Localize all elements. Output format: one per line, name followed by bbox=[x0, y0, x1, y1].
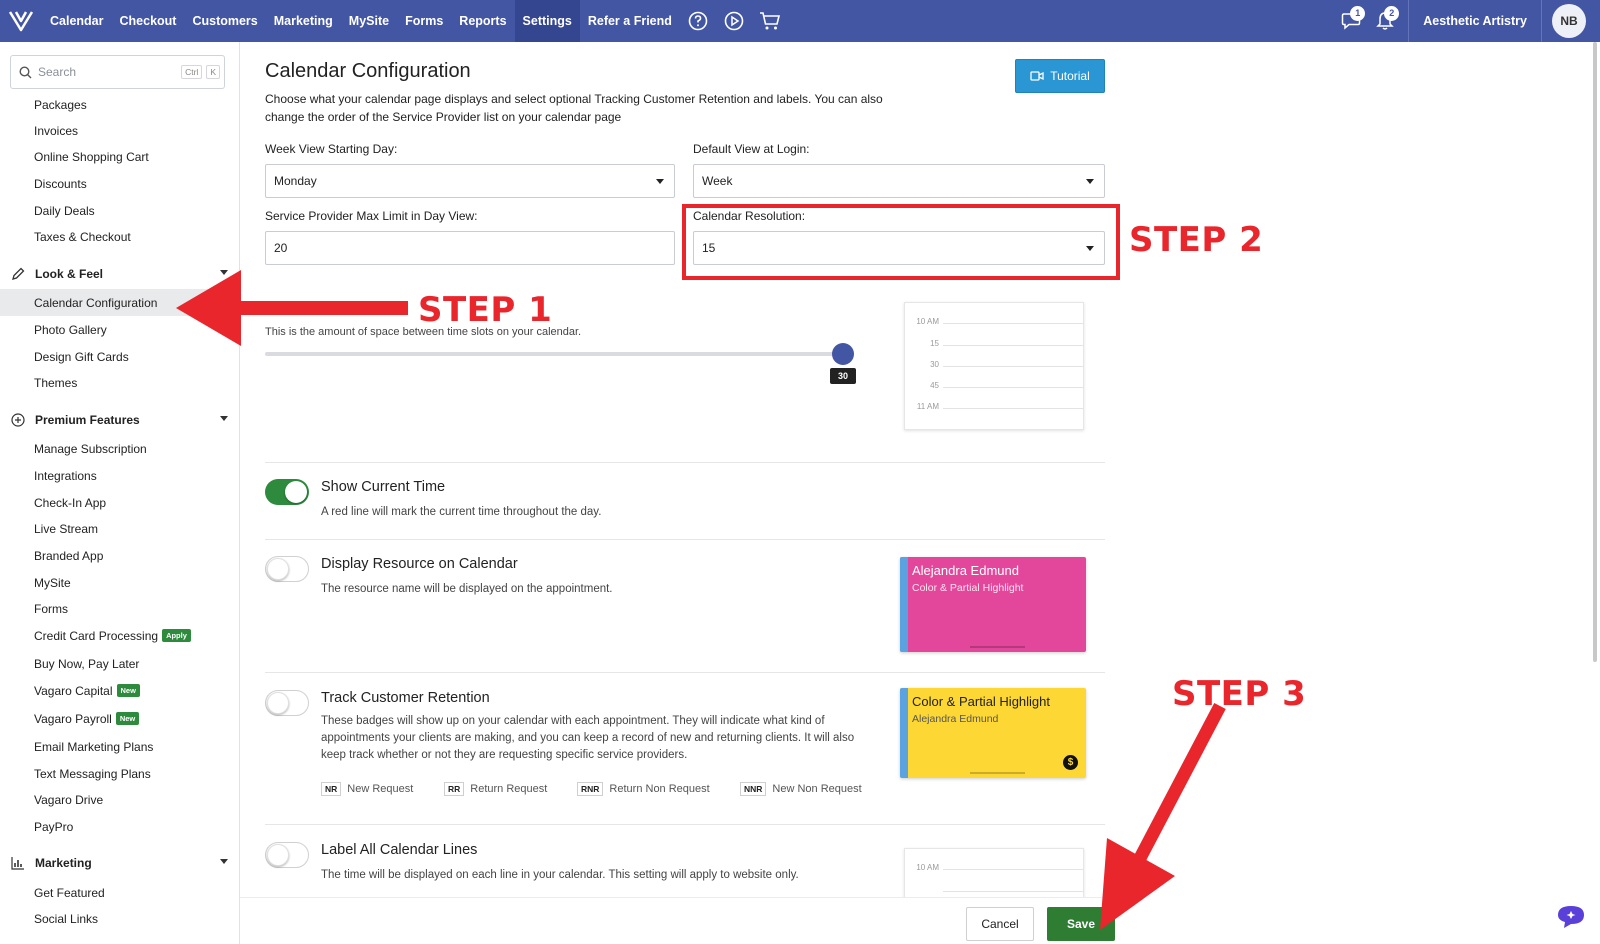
chat-assistant-icon[interactable] bbox=[1556, 904, 1586, 930]
step1-arrow bbox=[176, 270, 408, 346]
step3-arrow bbox=[1100, 702, 1226, 930]
annotation-arrows bbox=[176, 270, 1226, 930]
